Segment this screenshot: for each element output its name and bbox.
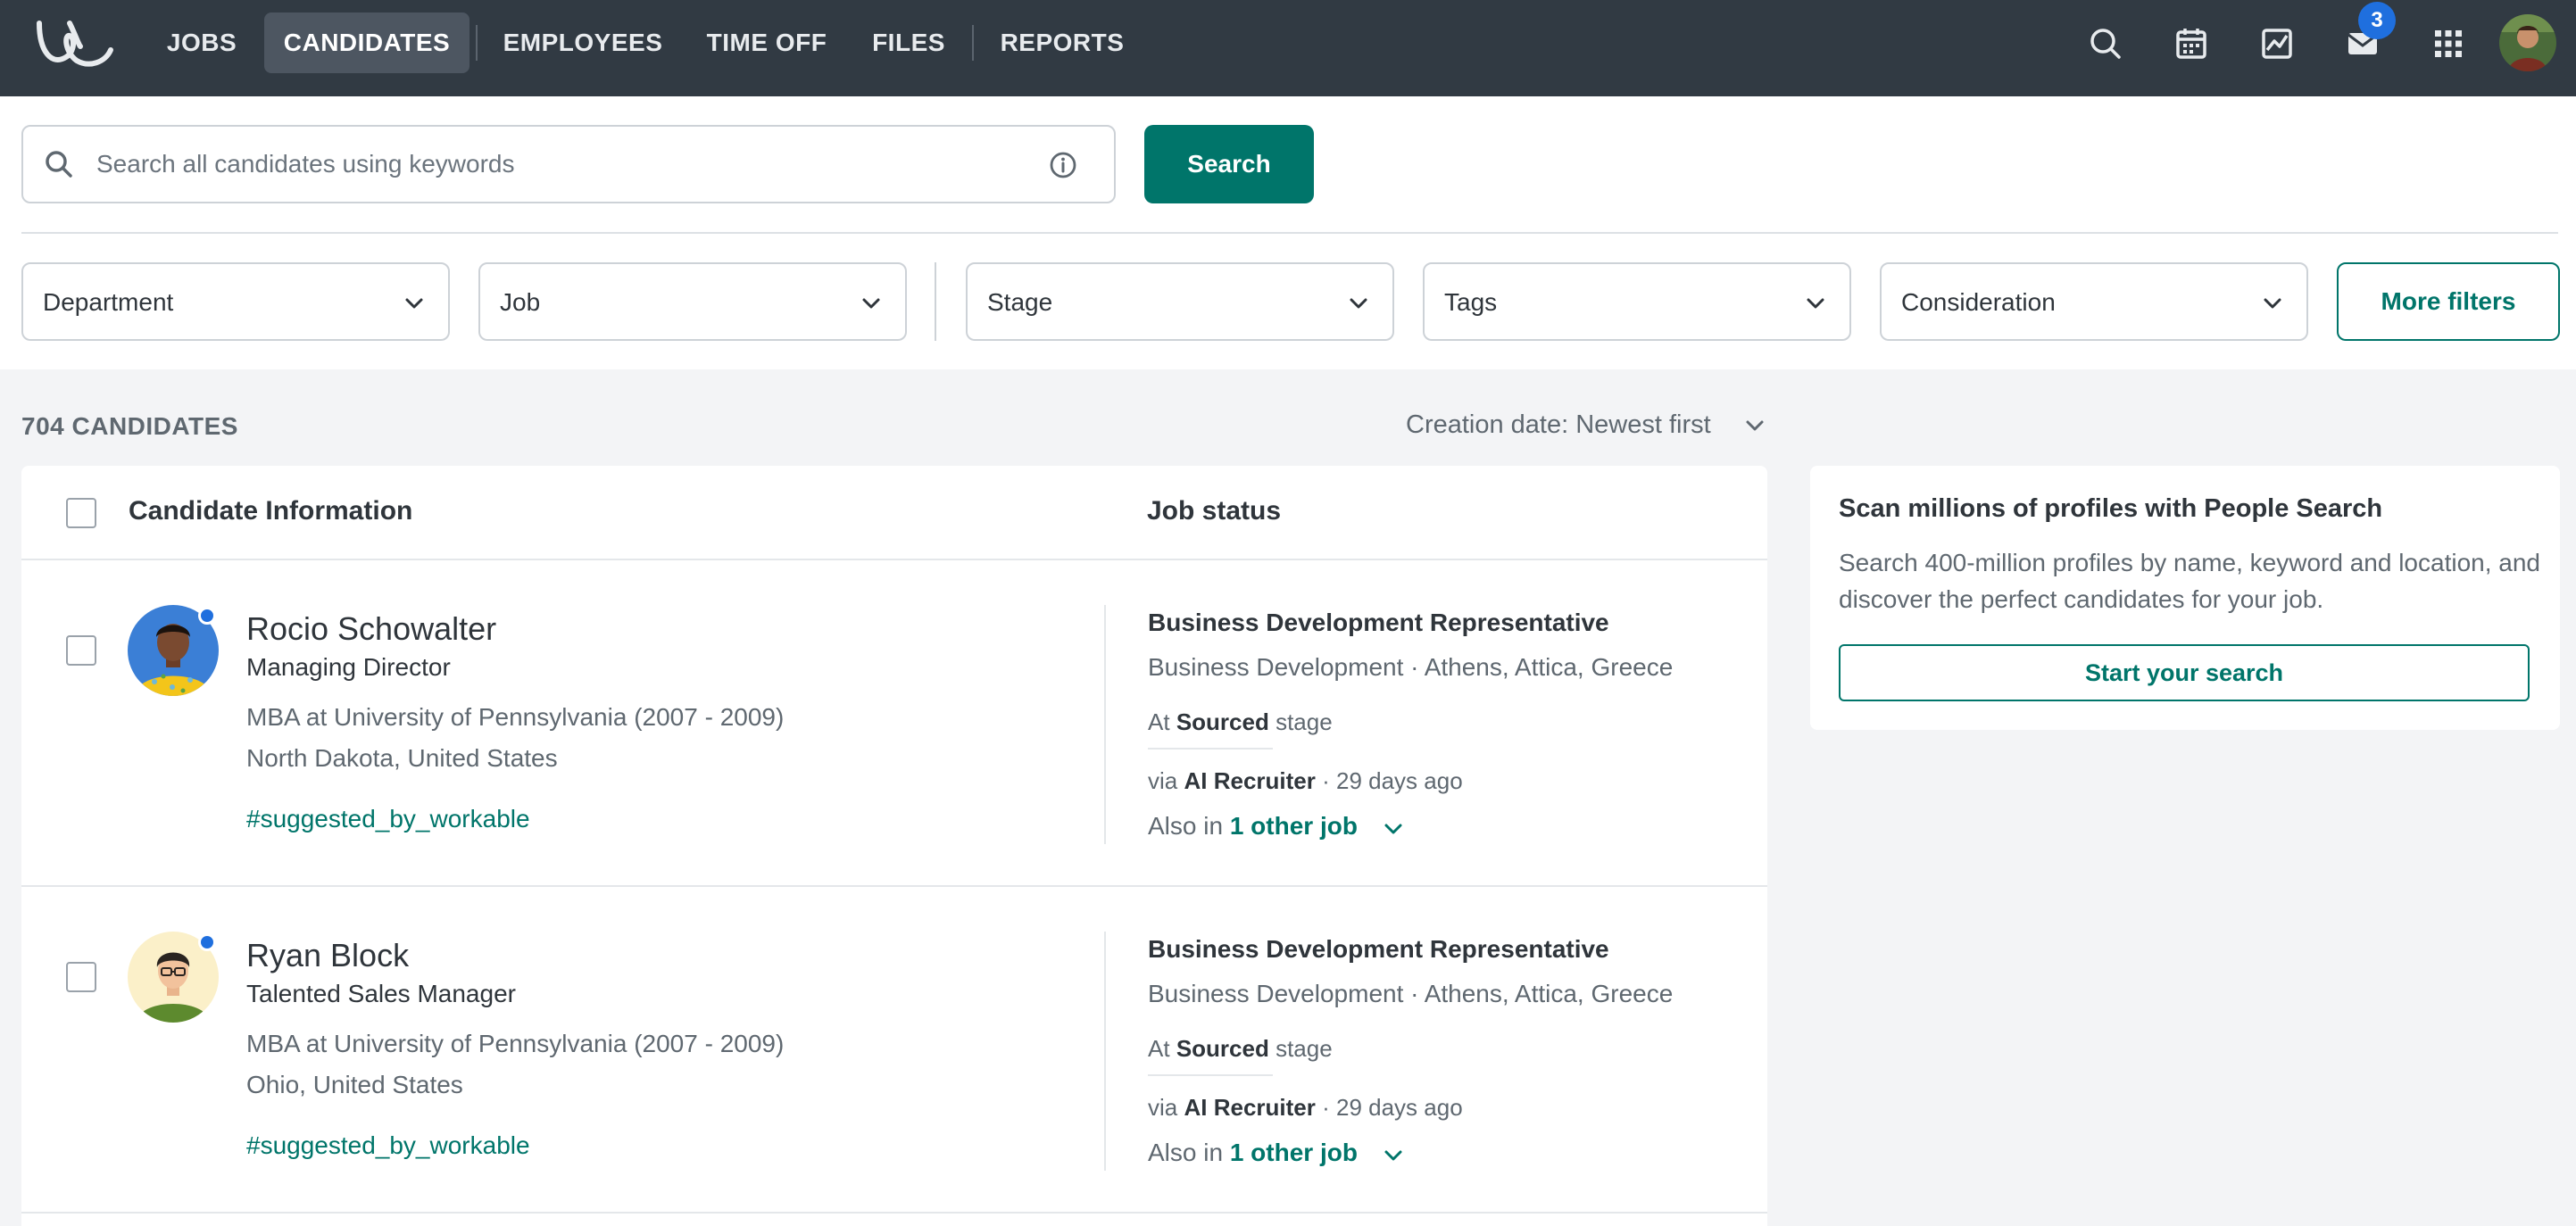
search-panel: Search Department Job Stage Tags Conside… [0,96,2576,369]
job-title[interactable]: Business Development Representative [1148,935,1609,964]
user-avatar[interactable] [2499,14,2556,71]
job-filter[interactable]: Job [478,262,907,341]
candidate-education: MBA at University of Pennsylvania (2007 … [246,1030,785,1057]
people-search-panel: Scan millions of profiles with People Se… [1810,466,2560,730]
tab-candidates[interactable]: CANDIDATES [264,12,469,73]
consideration-filter[interactable]: Consideration [1880,262,2308,341]
job-department-location: Business Development · Athens, Attica, G… [1148,653,1674,681]
online-status-dot [198,607,216,625]
candidate-title: Managing Director [246,653,451,681]
department-filter[interactable]: Department [21,262,450,341]
search-button[interactable]: Search [1144,125,1314,203]
candidate-row[interactable]: Rocio Schowalter Managing Director MBA a… [21,560,1767,887]
job-title[interactable]: Business Development Representative [1148,609,1609,637]
chevron-down-icon[interactable] [1382,1144,1405,1167]
people-search-description: Search 400-million profiles by name, key… [1839,549,2540,613]
candidate-location: Ohio, United States [246,1071,463,1098]
stage-filter-label: Stage [987,288,1053,316]
nav-divider [972,25,974,61]
row-divider [1104,932,1106,1171]
search-icon [46,151,72,178]
activity-chart-icon[interactable] [2256,23,2298,64]
search-input[interactable] [96,145,1025,184]
row-divider [1104,605,1106,844]
search-icon[interactable] [2085,23,2126,64]
other-jobs-link[interactable]: 1 other job [1230,812,1358,840]
sort-dropdown[interactable]: Creation date: Newest first [1406,410,1711,440]
divider [21,232,2558,234]
candidate-title: Talented Sales Manager [246,980,516,1007]
candidate-education: MBA at University of Pennsylvania (2007 … [246,703,785,731]
candidate-list: Candidate Information Job status Rocio S… [21,466,1767,1226]
candidate-name[interactable]: Ryan Block [246,937,409,974]
online-status-dot [198,933,216,951]
source-info: via AI Recruiter · 29 days ago [1148,767,1463,794]
chevron-down-icon [405,298,423,309]
tab-reports[interactable]: REPORTS [991,12,1134,73]
department-filter-label: Department [43,288,174,316]
tab-time-off[interactable]: TIME OFF [696,12,837,73]
job-stage: At Sourced stage [1148,1035,1333,1062]
candidate-row[interactable]: Ryan Block Talented Sales Manager MBA at… [21,887,1767,1214]
candidate-search-box[interactable] [21,125,1116,203]
chevron-down-icon[interactable] [1743,414,1766,437]
consideration-filter-label: Consideration [1901,288,2056,316]
source-name: AI Recruiter [1184,1094,1316,1121]
select-all-checkbox[interactable] [66,498,96,528]
row-checkbox[interactable] [66,635,96,666]
candidate-name[interactable]: Rocio Schowalter [246,610,496,648]
stage-name: Sourced [1176,1035,1269,1062]
tab-employees[interactable]: EMPLOYEES [496,12,669,73]
source-info: via AI Recruiter · 29 days ago [1148,1094,1463,1121]
candidate-tag[interactable]: #suggested_by_workable [246,1131,530,1160]
column-header-job-status: Job status [1147,496,1282,526]
chevron-down-icon [2264,298,2281,309]
column-header-candidate: Candidate Information [129,496,413,526]
job-department-location: Business Development · Athens, Attica, G… [1148,980,1674,1007]
chevron-down-icon [1350,298,1367,309]
nav-divider [476,25,478,61]
workable-logo-icon[interactable] [34,16,116,71]
list-header: Candidate Information Job status [21,466,1767,560]
other-jobs: Also in 1 other job [1148,812,1358,840]
job-filter-label: Job [500,288,541,316]
calendar-icon[interactable] [2171,23,2212,64]
candidate-location: North Dakota, United States [246,744,558,772]
tab-files[interactable]: FILES [862,12,955,73]
start-search-button[interactable]: Start your search [1839,644,2530,701]
other-jobs: Also in 1 other job [1148,1139,1358,1166]
candidate-count: 704 CANDIDATES [21,412,238,440]
more-filters-button[interactable]: More filters [2337,262,2560,341]
chevron-down-icon [1807,298,1824,309]
info-icon[interactable] [1048,150,1078,180]
stage-filter[interactable]: Stage [966,262,1394,341]
apps-grid-icon[interactable] [2428,23,2469,64]
chevron-down-icon[interactable] [1382,817,1405,841]
stage-name: Sourced [1176,708,1269,735]
source-name: AI Recruiter [1184,767,1316,794]
tags-filter-label: Tags [1444,288,1498,316]
top-nav: JOBS CANDIDATES EMPLOYEES TIME OFF FILES… [0,0,2576,96]
divider [1148,748,1273,750]
filter-divider [935,262,936,341]
inbox-count-badge: 3 [2358,2,2396,39]
other-jobs-link[interactable]: 1 other job [1230,1139,1358,1166]
job-stage: At Sourced stage [1148,708,1333,735]
divider [1148,1074,1273,1076]
row-checkbox[interactable] [66,962,96,992]
chevron-down-icon [862,298,880,309]
tab-jobs[interactable]: JOBS [157,12,246,73]
tags-filter[interactable]: Tags [1423,262,1851,341]
candidate-tag[interactable]: #suggested_by_workable [246,805,530,833]
people-search-title: Scan millions of profiles with People Se… [1839,494,2383,523]
